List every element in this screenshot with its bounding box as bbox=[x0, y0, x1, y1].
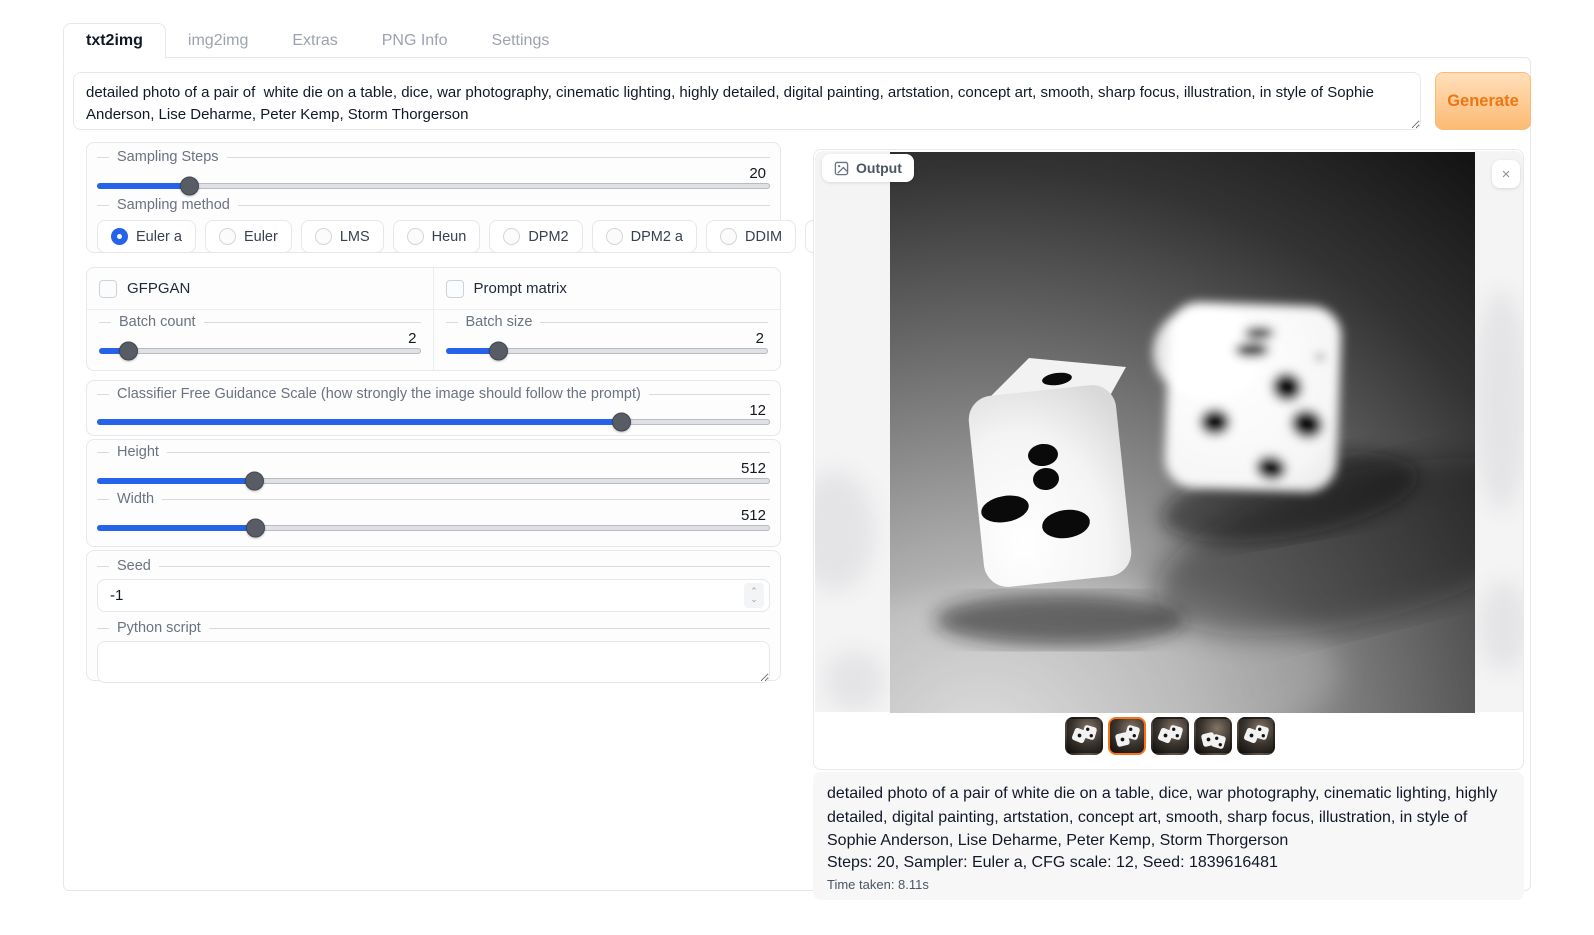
python-script-label: Python script bbox=[97, 620, 770, 636]
thumbnail-dice-tilted[interactable] bbox=[1237, 717, 1275, 755]
seed-script-group: Seed ⌃⌄ Python script bbox=[86, 550, 781, 681]
tab-Extras[interactable]: Extras bbox=[270, 23, 359, 58]
batch-count-cell: Batch count 2 bbox=[87, 310, 434, 370]
gfpgan-option[interactable]: GFPGAN bbox=[87, 268, 434, 310]
batch-group: GFPGAN Prompt matrix Batch count 2 bbox=[86, 267, 781, 371]
batch-count-slider[interactable] bbox=[99, 348, 421, 354]
sampling-option-euler-a[interactable]: Euler a bbox=[97, 220, 196, 253]
height-slider[interactable] bbox=[97, 478, 770, 484]
sampling-option-ddim[interactable]: DDIM bbox=[706, 220, 796, 253]
batch-size-label: Batch size bbox=[446, 314, 769, 330]
thumbnail-dice-pair[interactable] bbox=[1108, 717, 1146, 755]
radio-icon[interactable] bbox=[111, 228, 128, 245]
size-group: Height 512 Width 512 bbox=[86, 439, 781, 547]
generate-button[interactable]: Generate bbox=[1435, 72, 1531, 130]
app-root: txt2imgimg2imgExtrasPNG InfoSettings det… bbox=[0, 0, 1594, 935]
width-label: Width bbox=[97, 491, 770, 507]
slider-handle[interactable] bbox=[119, 342, 138, 361]
close-icon: × bbox=[1502, 166, 1511, 183]
seed-label: Seed bbox=[97, 558, 770, 574]
radio-icon[interactable] bbox=[503, 228, 520, 245]
batch-size-cell: Batch size 2 bbox=[434, 310, 781, 370]
close-button[interactable]: × bbox=[1492, 160, 1520, 188]
gallery-right-margin bbox=[1474, 151, 1523, 712]
mini-die bbox=[1210, 733, 1226, 749]
image-icon bbox=[834, 161, 849, 176]
tab-bar: txt2imgimg2imgExtrasPNG InfoSettings bbox=[63, 23, 571, 58]
sampling-steps-label: Sampling Steps bbox=[97, 149, 770, 165]
dice-photo-art bbox=[890, 152, 1475, 713]
chevron-down-icon[interactable]: ⌄ bbox=[750, 596, 758, 603]
sampling-option-dpm2-a[interactable]: DPM2 a bbox=[592, 220, 697, 253]
radio-label: DDIM bbox=[745, 229, 782, 245]
width-value: 512 bbox=[97, 507, 770, 525]
tab-img2img[interactable]: img2img bbox=[166, 23, 270, 58]
cfg-value: 12 bbox=[97, 402, 770, 419]
caption-prompt: detailed photo of a pair of white die on… bbox=[827, 782, 1510, 853]
tab-Settings[interactable]: Settings bbox=[470, 23, 572, 58]
caption-time: Time taken: 8.11s bbox=[827, 877, 1510, 892]
txt2img-panel: detailed photo of a pair of white die on… bbox=[63, 57, 1531, 891]
batch-size-slider[interactable] bbox=[446, 348, 769, 354]
sampling-option-lms[interactable]: LMS bbox=[301, 220, 384, 253]
slider-handle[interactable] bbox=[245, 472, 264, 491]
cfg-slider[interactable] bbox=[97, 419, 770, 425]
thumbnail-dice-scatter[interactable] bbox=[1194, 717, 1232, 755]
sampling-option-heun[interactable]: Heun bbox=[393, 220, 481, 253]
generated-image[interactable] bbox=[890, 152, 1475, 713]
prompt-matrix-label: Prompt matrix bbox=[474, 280, 567, 297]
batch-count-value: 2 bbox=[99, 330, 421, 348]
output-gallery: Output × bbox=[813, 149, 1524, 770]
radio-label: Euler bbox=[244, 229, 278, 245]
width-slider[interactable] bbox=[97, 525, 770, 531]
gfpgan-checkbox[interactable] bbox=[99, 280, 117, 298]
seed-spinner[interactable]: ⌃⌄ bbox=[744, 583, 764, 608]
python-script-input[interactable] bbox=[97, 641, 770, 683]
radio-icon[interactable] bbox=[606, 228, 623, 245]
thumbnail-dice-collage[interactable] bbox=[1065, 717, 1103, 755]
radio-label: LMS bbox=[340, 229, 370, 245]
prompt-matrix-option[interactable]: Prompt matrix bbox=[434, 268, 781, 310]
thumbnail-dice-on-table[interactable] bbox=[1151, 717, 1189, 755]
sampling-method-options: Euler aEulerLMSHeunDPM2DPM2 aDDIMPLMS bbox=[97, 220, 770, 253]
radio-label: DPM2 bbox=[528, 229, 568, 245]
prompt-matrix-checkbox[interactable] bbox=[446, 280, 464, 298]
slider-handle[interactable] bbox=[489, 342, 508, 361]
height-value: 512 bbox=[97, 460, 770, 478]
sampling-option-dpm2[interactable]: DPM2 bbox=[489, 220, 582, 253]
output-panel: Output × detailed photo of a pair of whi… bbox=[813, 149, 1524, 882]
seed-input[interactable] bbox=[97, 579, 770, 612]
cfg-label: Classifier Free Guidance Scale (how stro… bbox=[97, 386, 770, 402]
output-label: Output bbox=[822, 154, 914, 182]
radio-icon[interactable] bbox=[315, 228, 332, 245]
tab-txt2img[interactable]: txt2img bbox=[63, 23, 166, 59]
slider-handle[interactable] bbox=[612, 413, 631, 432]
sampling-steps-slider[interactable] bbox=[97, 183, 770, 189]
cfg-group: Classifier Free Guidance Scale (how stro… bbox=[86, 380, 781, 436]
radio-icon[interactable] bbox=[720, 228, 737, 245]
height-label: Height bbox=[97, 444, 770, 460]
gallery-left-margin bbox=[815, 151, 890, 712]
tab-PNG Info[interactable]: PNG Info bbox=[360, 23, 470, 58]
radio-label: Heun bbox=[432, 229, 467, 245]
radio-label: Euler a bbox=[136, 229, 182, 245]
sampling-group: Sampling Steps 20 Sampling method Euler … bbox=[86, 142, 781, 253]
thumbnail-strip bbox=[814, 717, 1525, 755]
radio-icon[interactable] bbox=[407, 228, 424, 245]
slider-handle[interactable] bbox=[180, 177, 199, 196]
caption-params: Steps: 20, Sampler: Euler a, CFG scale: … bbox=[827, 854, 1510, 872]
sampling-option-euler[interactable]: Euler bbox=[205, 220, 292, 253]
sampling-steps-value: 20 bbox=[97, 165, 770, 183]
batch-count-label: Batch count bbox=[99, 314, 421, 330]
gfpgan-label: GFPGAN bbox=[127, 280, 190, 297]
output-caption: detailed photo of a pair of white die on… bbox=[813, 772, 1524, 900]
prompt-input[interactable]: detailed photo of a pair of white die on… bbox=[73, 72, 1421, 130]
slider-handle[interactable] bbox=[246, 519, 265, 538]
radio-label: DPM2 a bbox=[631, 229, 683, 245]
sampling-method-label: Sampling method bbox=[97, 197, 770, 213]
radio-icon[interactable] bbox=[219, 228, 236, 245]
